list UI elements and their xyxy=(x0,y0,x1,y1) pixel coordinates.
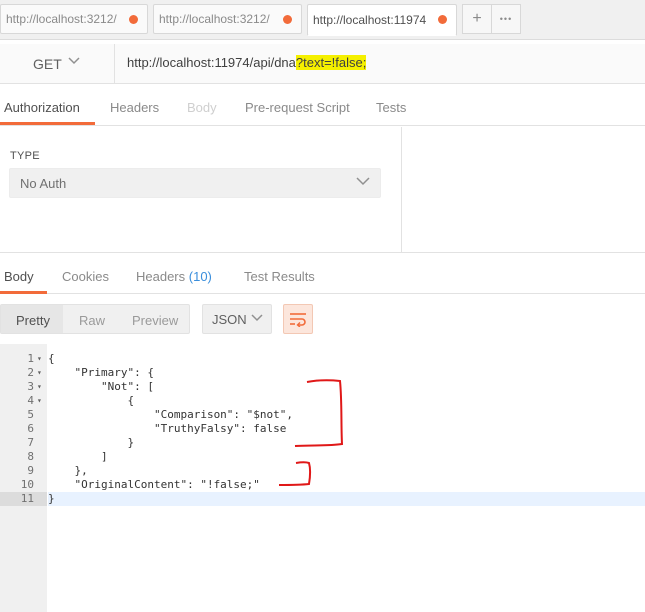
format-value: JSON xyxy=(212,311,247,327)
auth-panel: TYPE No Auth xyxy=(0,127,645,253)
fold-toggle-icon[interactable]: ▾ xyxy=(37,366,42,380)
line-number: 8 xyxy=(27,450,34,463)
chevron-down-icon xyxy=(356,177,370,186)
headers-count-badge: (10) xyxy=(188,269,212,284)
line-number: 6 xyxy=(27,422,34,435)
request-tabs: Authorization Headers Body Pre-request S… xyxy=(0,92,645,126)
method-select[interactable]: GET xyxy=(0,44,115,84)
code-text: }, xyxy=(48,464,88,477)
code-line: 1 ▾{ xyxy=(0,352,645,366)
line-number: 9 xyxy=(27,464,34,477)
chevron-down-icon xyxy=(68,57,80,65)
code-text: "Comparison": "$not", xyxy=(48,408,294,421)
tab-label: http://localhost:3212/ xyxy=(159,12,270,26)
code-text: { xyxy=(48,394,135,407)
fold-toggle-icon[interactable]: ▾ xyxy=(37,380,42,394)
code-line: 5 "Comparison": "$not", xyxy=(0,408,645,422)
view-toolbar: Pretty Raw Preview JSON xyxy=(0,304,645,336)
code-line: 3 ▾ "Not": [ xyxy=(0,380,645,394)
response-tab-cookies[interactable]: Cookies xyxy=(62,269,109,284)
line-number: 7 xyxy=(27,436,34,449)
code-line: 10 "OriginalContent": "!false;" xyxy=(0,478,645,492)
code-line: 8 ] xyxy=(0,450,645,464)
response-tab-headers[interactable]: Headers (10) xyxy=(136,269,212,284)
line-number: 10 xyxy=(20,478,34,491)
chevron-down-icon xyxy=(251,314,263,322)
auth-type-select[interactable]: No Auth xyxy=(9,168,381,198)
code-line: 11} xyxy=(0,492,645,506)
view-mode-group: Pretty Raw Preview xyxy=(0,304,190,334)
url-query-highlight: ?text=!false; xyxy=(295,55,367,70)
unsaved-dot-icon xyxy=(283,15,292,24)
code-text: "TruthyFalsy": false xyxy=(48,422,287,435)
code-text: ] xyxy=(48,450,108,463)
tab-tests[interactable]: Tests xyxy=(376,100,406,115)
active-tab-indicator xyxy=(0,122,95,125)
url-base: http://localhost:11974/api/dna xyxy=(127,55,296,70)
response-body-editor[interactable]: 1 ▾{2 ▾ "Primary": {3 ▾ "Not": [4 ▾ {5 "Comp… xyxy=(0,344,645,612)
fold-toggle-icon[interactable]: ▾ xyxy=(37,352,42,366)
code-line: 2 ▾ "Primary": { xyxy=(0,366,645,380)
code-text: } xyxy=(48,436,135,449)
method-label: GET xyxy=(33,56,62,72)
code-line: 6 "TruthyFalsy": false xyxy=(0,422,645,436)
code-text: { xyxy=(48,352,55,365)
tab-headers[interactable]: Headers xyxy=(110,100,159,115)
response-headers-label: Headers xyxy=(136,269,186,284)
view-mode-pretty[interactable]: Pretty xyxy=(16,313,50,328)
response-tab-test-results[interactable]: Test Results xyxy=(244,269,315,284)
request-tab-3[interactable]: http://localhost:11974 xyxy=(307,4,457,36)
tab-body[interactable]: Body xyxy=(187,100,217,115)
wrap-lines-icon xyxy=(290,313,306,327)
format-select[interactable]: JSON xyxy=(202,304,272,334)
tab-label: http://localhost:11974 xyxy=(313,13,427,27)
more-tabs-button[interactable]: ••• xyxy=(491,4,521,34)
line-number: 5 xyxy=(27,408,34,421)
tab-pre-request-script[interactable]: Pre-request Script xyxy=(245,100,350,115)
response-tabs: Body Cookies Headers (10) Test Results xyxy=(0,262,645,294)
code-text: "OriginalContent": "!false;" xyxy=(48,478,260,491)
fold-toggle-icon[interactable]: ▾ xyxy=(37,394,42,408)
new-tab-button[interactable]: + xyxy=(462,4,492,34)
request-tab-2[interactable]: http://localhost:3212/ xyxy=(153,4,302,34)
wrap-lines-button[interactable] xyxy=(283,304,313,334)
view-mode-raw[interactable]: Raw xyxy=(79,313,105,328)
code-text: "Primary": { xyxy=(48,366,154,379)
tab-authorization[interactable]: Authorization xyxy=(4,100,80,115)
view-mode-preview[interactable]: Preview xyxy=(132,313,178,328)
unsaved-dot-icon xyxy=(438,15,447,24)
response-tab-body[interactable]: Body xyxy=(4,269,34,284)
code-line: 7 } xyxy=(0,436,645,450)
code-line: 9 }, xyxy=(0,464,645,478)
panel-divider xyxy=(401,127,402,252)
url-input[interactable]: http://localhost:11974/api/dna?text=!fal… xyxy=(127,55,367,70)
auth-type-value: No Auth xyxy=(20,175,67,191)
code-line: 4 ▾ { xyxy=(0,394,645,408)
code-text: } xyxy=(48,492,645,506)
code-text: "Not": [ xyxy=(48,380,154,393)
auth-type-label: TYPE xyxy=(10,150,40,162)
active-tab-indicator xyxy=(0,291,47,294)
request-tab-1[interactable]: http://localhost:3212/ xyxy=(0,4,148,34)
unsaved-dot-icon xyxy=(129,15,138,24)
url-bar: GET http://localhost:11974/api/dna?text=… xyxy=(0,44,645,84)
tab-strip: http://localhost:3212/ http://localhost:… xyxy=(0,0,645,40)
line-number: 11 xyxy=(0,492,47,506)
tab-label: http://localhost:3212/ xyxy=(6,12,117,26)
